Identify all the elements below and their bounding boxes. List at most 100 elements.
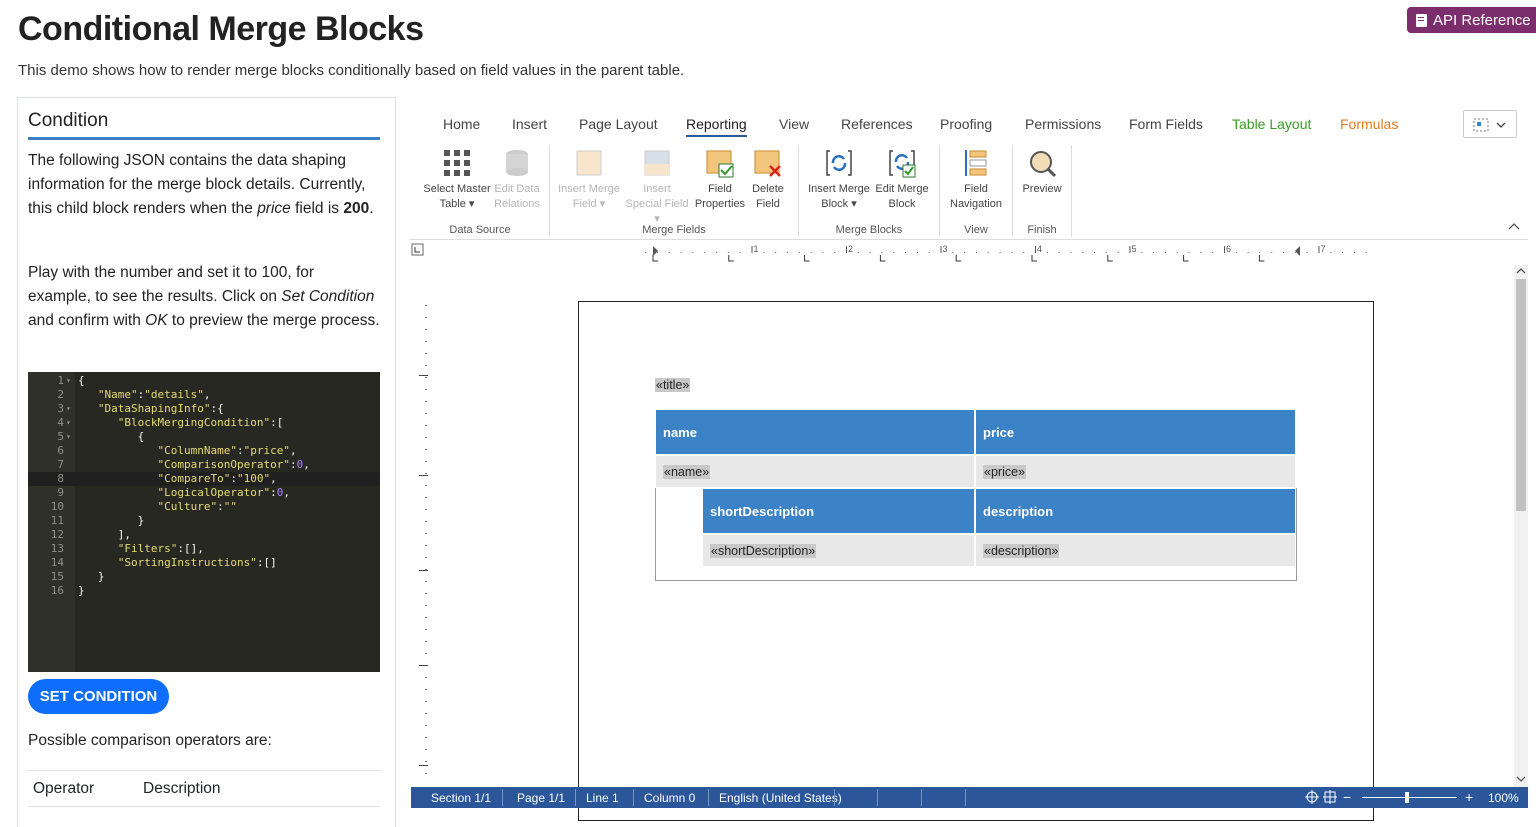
document-page[interactable]: «title» name price «name» «price» shortD… — [578, 301, 1374, 821]
vertical-scrollbar[interactable] — [1514, 265, 1528, 787]
insert-merge-block-button[interactable]: Insert Merge Block ▾ — [806, 148, 872, 212]
code-line[interactable]: 3 ▾ "DataShapingInfo":{ — [28, 402, 380, 416]
field-navigation-button[interactable]: Field Navigation — [946, 148, 1006, 212]
tab-view[interactable]: View — [779, 116, 809, 132]
code-line[interactable]: 15 } — [28, 570, 380, 584]
page-title: Conditional Merge Blocks — [18, 10, 424, 48]
tab-proofing[interactable]: Proofing — [940, 116, 992, 132]
edit-data-relations-label: Edit Data Relations — [494, 183, 540, 210]
right-indent-marker[interactable] — [1295, 246, 1300, 256]
line-number: 4 — [57, 416, 64, 429]
group-data-source: Data Source — [449, 224, 511, 236]
tab-page-layout[interactable]: Page Layout — [579, 116, 658, 132]
code-line[interactable]: 12 ], — [28, 528, 380, 542]
preview-button[interactable]: Preview — [1018, 148, 1066, 197]
table-cell-short-description[interactable]: «shortDescription» — [703, 535, 974, 566]
special-field-icon — [642, 148, 672, 178]
edit-merge-block-button[interactable]: Edit Merge Block — [872, 148, 932, 212]
table-header-name[interactable]: name — [656, 410, 974, 454]
ruler-mark: 4 — [1037, 244, 1042, 254]
line-number: 12 — [50, 528, 64, 541]
line-number: 16 — [50, 584, 64, 597]
tab-formulas[interactable]: Formulas — [1340, 116, 1398, 132]
code-line[interactable]: 7 "ComparisonOperator":0, — [28, 458, 380, 472]
collapse-ribbon-icon[interactable] — [1508, 222, 1520, 230]
code-line[interactable]: 16} — [28, 584, 380, 598]
zoom-out-button[interactable]: − — [1343, 789, 1351, 805]
book-icon — [1416, 13, 1427, 27]
ruler-mark: 6 — [1226, 244, 1231, 254]
ruler-mark: 5 — [1132, 244, 1137, 254]
code-text: "Filters":[], — [117, 542, 204, 555]
insert-merge-block-label: Insert Merge Block ▾ — [808, 183, 870, 210]
zoom-in-button[interactable]: + — [1465, 789, 1473, 805]
zoom-level: 100% — [1488, 791, 1519, 805]
code-line[interactable]: 2 "Name":"details", — [28, 388, 380, 402]
vertical-ruler[interactable] — [410, 265, 440, 785]
code-line[interactable]: 11 } — [28, 514, 380, 528]
field-properties-button[interactable]: Field Properties — [694, 148, 746, 212]
tab-references[interactable]: References — [841, 116, 913, 132]
operators-table-header: Operator Description — [28, 771, 380, 807]
table-header-short-description[interactable]: shortDescription — [703, 489, 974, 533]
json-code-editor[interactable]: 1 ▾{2 "Name":"details", 3 ▾ "DataShapingInf… — [28, 372, 380, 672]
tab-reporting[interactable]: Reporting — [686, 116, 747, 137]
code-line[interactable]: 5 ▾ { — [28, 430, 380, 444]
line-number: 10 — [50, 500, 64, 513]
fold-icon[interactable]: ▾ — [66, 416, 71, 430]
col-description: Description — [143, 780, 221, 797]
status-language[interactable]: English (United States) — [719, 791, 842, 805]
code-line[interactable]: 10 "Culture":"" — [28, 500, 380, 514]
code-line[interactable]: 4 ▾ "BlockMergingCondition":[ — [28, 416, 380, 430]
ribbon-layout-dropdown[interactable] — [1463, 110, 1517, 138]
condition-instructions: Play with the number and set it to 100, … — [28, 261, 380, 333]
fit-page-icon[interactable] — [1304, 790, 1344, 805]
table-header-description[interactable]: description — [976, 489, 1295, 533]
table-cell-name[interactable]: «name» — [656, 456, 974, 487]
fold-icon[interactable]: ▾ — [66, 430, 71, 444]
tab-permissions[interactable]: Permissions — [1025, 116, 1101, 132]
fold-icon[interactable]: ▾ — [66, 402, 71, 416]
database-icon — [502, 148, 532, 178]
code-line[interactable]: 14 "SortingInstructions":[] — [28, 556, 380, 570]
scroll-up-icon[interactable] — [1514, 265, 1528, 277]
line-number: 6 — [57, 444, 64, 457]
delete-field-label: Delete Field — [752, 183, 784, 210]
tab-home[interactable]: Home — [443, 116, 480, 132]
code-line[interactable]: 6 "ColumnName":"price", — [28, 444, 380, 458]
desc-em: price — [257, 200, 291, 217]
line-number: 8 — [57, 472, 64, 485]
tab-form-fields[interactable]: Form Fields — [1129, 116, 1203, 132]
title-merge-field[interactable]: «title» — [655, 378, 691, 392]
code-line[interactable]: 13 "Filters":[], — [28, 542, 380, 556]
tab-table-layout[interactable]: Table Layout — [1232, 116, 1311, 132]
tab-stop-selector[interactable] — [411, 243, 424, 256]
table-cell-description[interactable]: «description» — [976, 535, 1295, 566]
desc-strong: 200 — [343, 200, 370, 217]
zoom-slider-track[interactable] — [1362, 797, 1457, 798]
edit-data-relations-button[interactable]: Edit Data Relations — [492, 148, 542, 212]
first-line-indent-marker[interactable] — [653, 246, 658, 256]
field-properties-icon — [705, 148, 735, 178]
select-master-table-button[interactable]: Select Master Table ▾ — [420, 148, 494, 212]
api-reference-label: API Reference — [1433, 11, 1531, 29]
tab-insert[interactable]: Insert — [512, 116, 547, 132]
zoom-slider-thumb[interactable] — [1405, 792, 1409, 803]
scroll-down-icon[interactable] — [1514, 773, 1528, 785]
status-separator — [633, 789, 634, 806]
set-condition-button[interactable]: SET CONDITION — [28, 679, 169, 714]
table-cell-price[interactable]: «price» — [976, 456, 1295, 487]
code-line[interactable]: 9 "LogicalOperator":0, — [28, 486, 380, 500]
api-reference-button[interactable]: API Reference — [1407, 7, 1536, 33]
delete-field-button[interactable]: Delete Field — [748, 148, 788, 212]
insert-special-field-button[interactable]: Insert Special Field ▾ — [624, 148, 690, 227]
code-text: { — [78, 374, 85, 387]
fold-icon[interactable]: ▾ — [66, 374, 71, 388]
code-line[interactable]: 1 ▾ { — [28, 374, 380, 388]
horizontal-ruler[interactable]: 1 2 3 4 5 6 7 — [410, 241, 1528, 265]
line-number: 2 — [57, 388, 64, 401]
code-line[interactable]: 8 "CompareTo":"100", — [28, 472, 380, 486]
insert-merge-field-button[interactable]: Insert Merge Field ▾ — [556, 148, 622, 212]
table-header-price[interactable]: price — [976, 410, 1295, 454]
scrollbar-thumb[interactable] — [1516, 279, 1526, 511]
